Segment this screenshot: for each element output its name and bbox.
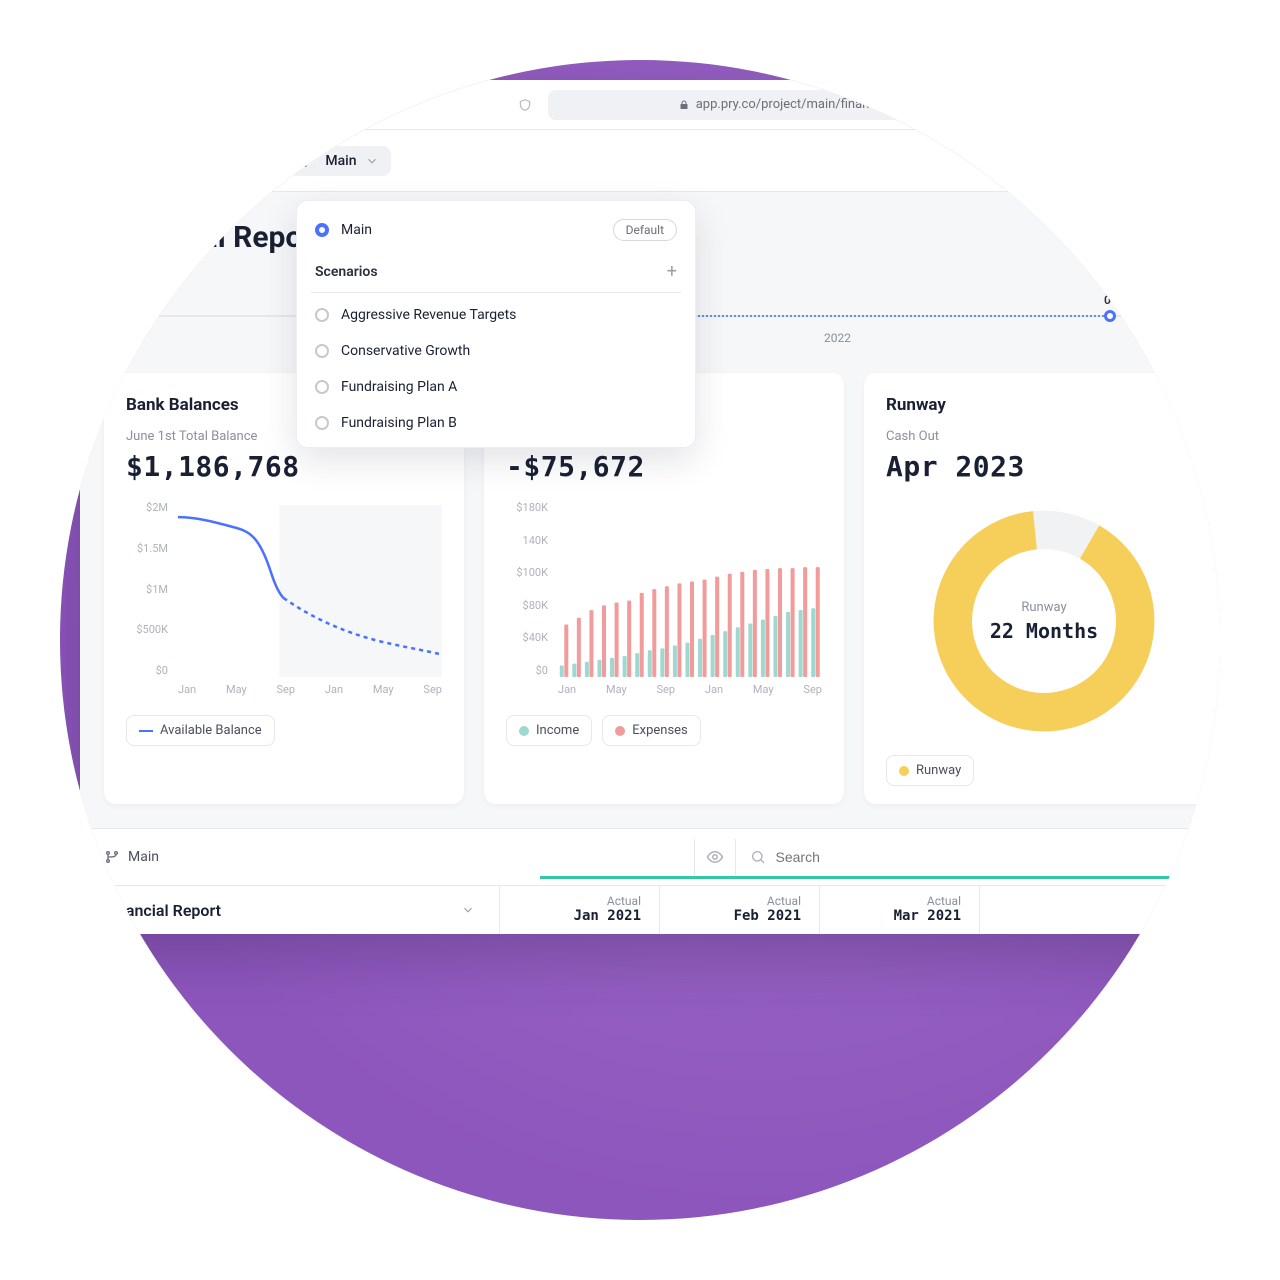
y-axis: $2M $1.5M $1M $500K $0 (126, 501, 172, 677)
section-label: Scenarios (315, 264, 378, 280)
dot-swatch-icon (615, 726, 625, 736)
active-indicator (540, 876, 1220, 879)
line-swatch-icon (139, 730, 153, 732)
scenario-selector[interactable]: Main (289, 146, 390, 176)
shield-icon[interactable] (512, 92, 538, 118)
x-axis: Jan May Sep Jan May Sep (178, 683, 442, 701)
git-branch-icon (301, 153, 317, 169)
add-scenario-button[interactable]: + (667, 261, 677, 282)
radio-icon (315, 223, 329, 237)
date-range-label: Date Range (104, 273, 176, 289)
chart-line-balances: $2M $1.5M $1M $500K $0 (126, 501, 442, 701)
git-branch-icon (104, 849, 120, 865)
scenario-option[interactable]: Fundraising Plan A (297, 369, 695, 405)
card-subtitle: Cash Out (886, 429, 1202, 444)
back-button[interactable] (202, 92, 228, 118)
scenario-option-label: Main (341, 222, 372, 238)
sheet-search[interactable] (750, 848, 1221, 866)
eye-icon (706, 848, 724, 866)
chevron-down-icon (461, 903, 475, 917)
legend-runway[interactable]: Runway (886, 755, 974, 786)
scenario-option-label: Fundraising Plan A (341, 379, 457, 395)
radio-icon (315, 344, 329, 358)
traffic-lights (96, 99, 148, 111)
sheet-row-header[interactable]: Financial Report (80, 886, 500, 934)
month-column[interactable]: Actual Feb 2021 (660, 886, 820, 934)
scenario-option[interactable]: Aggressive Revenue Targets (297, 297, 695, 333)
scenario-option-label: Fundraising Plan B (341, 415, 457, 431)
minimize-window-icon[interactable] (116, 99, 128, 111)
url-bar[interactable]: app.pry.co/project/main/financials (548, 90, 1027, 120)
project-name: Pry Financials (140, 153, 228, 169)
app-header: ✶ Pry Financials Main Fi Main Default Sc (80, 130, 1220, 192)
project-selector[interactable]: ✶ Pry Financials (104, 148, 252, 174)
forward-button[interactable] (238, 92, 264, 118)
slider-handle-start[interactable] (124, 310, 136, 322)
chevron-down-icon (238, 154, 252, 168)
divider (311, 292, 681, 293)
scenario-option-label: Conservative Growth (341, 343, 470, 359)
timeline-year: 2020 (114, 331, 141, 345)
dot-swatch-icon (899, 766, 909, 776)
maximize-window-icon[interactable] (136, 99, 148, 111)
scenario-option[interactable]: Fundraising Plan B (297, 405, 695, 441)
card-value: -$75,672 (506, 450, 822, 483)
url-text: app.pry.co/project/main/financials (696, 97, 897, 112)
legend-available-balance[interactable]: Available Balance (126, 715, 275, 746)
month-column[interactable]: Actual Jan 2021 (500, 886, 660, 934)
scenario-option[interactable]: Conservative Growth (297, 333, 695, 369)
close-window-icon[interactable] (96, 99, 108, 111)
scenario-dropdown: Main Default Scenarios + Aggressive Reve… (296, 200, 696, 448)
legend-income[interactable]: Income (506, 715, 592, 746)
radio-icon (315, 308, 329, 322)
search-input[interactable] (774, 848, 1221, 866)
card-value: Apr 2023 (886, 450, 1202, 483)
slider-end-label: 06/22 (1104, 293, 1136, 307)
scenario-option-label: Aggressive Revenue Targets (341, 307, 516, 323)
dropdown-section-header: Scenarios + (297, 251, 695, 288)
chart-bars-income: $180K 140K $100K $80K $40K $0 Jan May Se… (506, 501, 822, 701)
sheet-branch-indicator[interactable]: Main (104, 849, 159, 865)
sheet-column-headers: Actual Jan 2021 Actual Feb 2021 Actual M… (500, 886, 1220, 934)
card-title: Runway (886, 395, 1202, 415)
donut-center-label: Runway (1021, 600, 1066, 615)
scenario-option-main[interactable]: Main Default (297, 209, 695, 251)
default-badge: Default (613, 219, 677, 241)
radio-icon (315, 380, 329, 394)
scenario-name: Main (325, 153, 356, 169)
timeline-year: 2022 (824, 331, 851, 345)
browser-chrome: app.pry.co/project/main/financials (80, 80, 1220, 130)
month-column[interactable]: Actual Mar 2021 (820, 886, 980, 934)
lock-icon (678, 99, 690, 111)
divider (270, 147, 271, 175)
chevron-down-icon (365, 154, 379, 168)
dot-swatch-icon (519, 726, 529, 736)
x-axis: Jan May Sep Jan May Sep (558, 683, 822, 701)
slider-handle-end[interactable] (1104, 310, 1116, 322)
legend-expenses[interactable]: Expenses (602, 715, 701, 746)
y-axis: $180K 140K $100K $80K $40K $0 (506, 501, 552, 677)
browser-window: app.pry.co/project/main/financials ✶ Pry… (80, 80, 1220, 934)
donut-center-value: 22 Months (990, 619, 1098, 643)
card-value: $1,186,768 (126, 450, 442, 483)
radio-icon (315, 416, 329, 430)
spreadsheet-panel: Main Financial Report (80, 828, 1220, 934)
card-runway: Runway Cash Out Apr 2023 Runway 22 Month… (864, 373, 1220, 804)
search-icon (750, 849, 766, 865)
sidebar-toggle-icon[interactable] (166, 92, 192, 118)
chart-donut-runway: Runway 22 Months (924, 501, 1164, 741)
brand-logo-icon: ✶ (104, 148, 130, 174)
visibility-toggle[interactable] (694, 839, 736, 875)
